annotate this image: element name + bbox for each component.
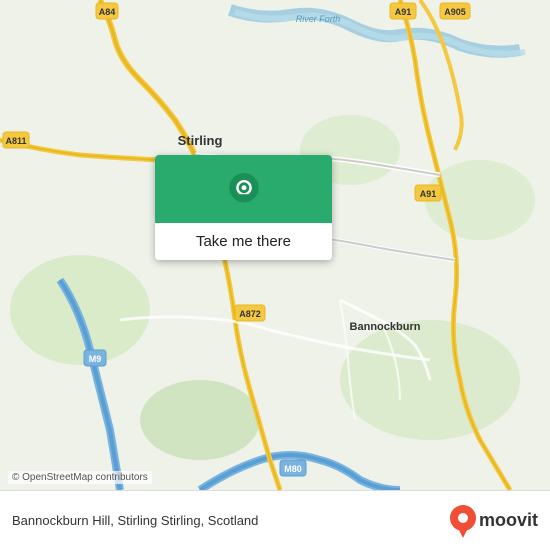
take-me-there-label: Take me there <box>155 223 332 260</box>
osm-credit: © OpenStreetMap contributors <box>8 471 152 484</box>
footer: Bannockburn Hill, Stirling Stirling, Sco… <box>0 490 550 550</box>
svg-text:Stirling: Stirling <box>178 133 223 148</box>
moovit-brand-text: moovit <box>479 510 538 531</box>
svg-text:A91: A91 <box>395 7 412 17</box>
svg-text:M80: M80 <box>284 464 302 474</box>
button-icon-area <box>155 155 332 223</box>
moovit-logo: moovit <box>449 504 538 538</box>
svg-text:M9: M9 <box>89 354 102 364</box>
svg-text:River Forth: River Forth <box>296 14 341 24</box>
svg-text:A811: A811 <box>5 136 26 146</box>
moovit-pin-icon <box>449 504 477 538</box>
location-pin-icon <box>226 173 262 209</box>
svg-text:A91: A91 <box>420 189 437 199</box>
location-text: Bannockburn Hill, Stirling Stirling, Sco… <box>12 513 449 528</box>
svg-text:A905: A905 <box>444 7 466 17</box>
map-container: A84 A811 A91 A91 A905 A872 M9 M80 River … <box>0 0 550 490</box>
svg-text:Bannockburn: Bannockburn <box>350 321 421 333</box>
svg-text:A872: A872 <box>239 309 261 319</box>
take-me-there-button[interactable]: Take me there <box>155 155 332 260</box>
svg-text:A84: A84 <box>99 7 116 17</box>
